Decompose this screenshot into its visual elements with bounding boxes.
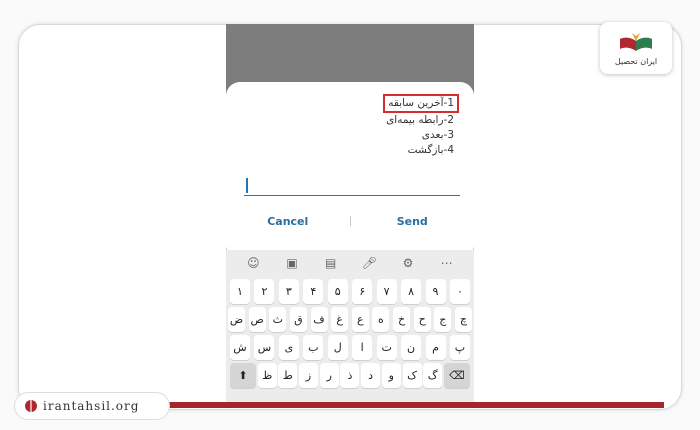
- backspace-key[interactable]: ⌫: [443, 363, 470, 388]
- site-url-badge: irantahsil.org: [14, 392, 170, 420]
- key[interactable]: ت: [376, 335, 397, 360]
- book-icon: [620, 32, 652, 51]
- backspace-icon: ⌫: [449, 369, 465, 382]
- key[interactable]: گ: [423, 363, 443, 388]
- key[interactable]: ک: [402, 363, 422, 388]
- keyboard-toolbar: ☺ ▣ ▤ 🎤︎ ⚙ ⋯: [226, 250, 474, 276]
- key-row-letters-3: ⬆ ظ ط ز ر ذ د و ک گ ⌫: [226, 363, 474, 388]
- key[interactable]: ٢: [254, 279, 275, 304]
- send-button[interactable]: Send: [351, 215, 475, 228]
- menu-option-4: 4-بازگشت: [407, 144, 454, 156]
- sticker-icon[interactable]: ▣: [282, 256, 302, 270]
- cancel-button[interactable]: Cancel: [226, 215, 350, 228]
- menu-option-2: 2-رابطه بیمه‌ای: [386, 114, 454, 126]
- key[interactable]: ح: [413, 307, 431, 332]
- ussd-dialog: 1-آخرین سابقه 2-رابطه بیمه‌ای 3-بعدی 4-ب…: [226, 82, 474, 260]
- logo-text: ایران تحصیل: [614, 56, 658, 66]
- key-row-letters-1: ض ص ث ق ف غ ع ه خ ح ج چ: [226, 307, 474, 332]
- key-row-numbers: ١ ٢ ٣ ۴ ۵ ۶ ٧ ٨ ٩ ٠: [226, 279, 474, 304]
- key[interactable]: ش: [230, 335, 250, 360]
- persian-keyboard: ☺ ▣ ▤ 🎤︎ ⚙ ⋯ ١ ٢ ٣ ۴ ۵ ۶ ٧ ٨ ٩ ٠ ض ص ث ق…: [226, 250, 474, 404]
- key[interactable]: ج: [434, 307, 452, 332]
- dialog-actions: Cancel Send: [226, 206, 474, 236]
- key[interactable]: د: [361, 363, 381, 388]
- clipboard-icon[interactable]: ▤: [321, 256, 341, 270]
- gear-icon[interactable]: ⚙: [398, 256, 418, 270]
- mic-icon[interactable]: 🎤︎: [359, 256, 379, 270]
- key[interactable]: ی: [278, 335, 299, 360]
- key[interactable]: ٩: [425, 279, 446, 304]
- key[interactable]: ٠: [449, 279, 470, 304]
- brand-logo: ایران تحصیل: [600, 22, 672, 74]
- emoji-icon[interactable]: ☺: [243, 256, 263, 270]
- key[interactable]: ١: [230, 279, 250, 304]
- key[interactable]: ص: [248, 307, 266, 332]
- globe-icon: [25, 400, 37, 412]
- key[interactable]: ط: [278, 363, 298, 388]
- phone-screen: 1-آخرین سابقه 2-رابطه بیمه‌ای 3-بعدی 4-ب…: [226, 24, 474, 404]
- key[interactable]: س: [254, 335, 275, 360]
- key[interactable]: ف: [310, 307, 328, 332]
- key[interactable]: ب: [303, 335, 324, 360]
- key[interactable]: ظ: [257, 363, 277, 388]
- shift-arrow-icon: ⬆: [238, 369, 248, 382]
- key[interactable]: و: [381, 363, 401, 388]
- key[interactable]: ق: [289, 307, 307, 332]
- accent-bar: [160, 402, 664, 408]
- key[interactable]: ٧: [376, 279, 397, 304]
- key-row-letters-2: ش س ی ب ل ا ت ن م پ: [226, 335, 474, 360]
- key[interactable]: ع: [351, 307, 369, 332]
- key[interactable]: ٣: [278, 279, 299, 304]
- key[interactable]: ۴: [303, 279, 324, 304]
- key[interactable]: ز: [299, 363, 319, 388]
- key[interactable]: چ: [454, 307, 472, 332]
- more-icon[interactable]: ⋯: [437, 256, 457, 270]
- key[interactable]: ل: [327, 335, 348, 360]
- menu-option-3: 3-بعدی: [421, 129, 454, 141]
- key[interactable]: ٨: [401, 279, 422, 304]
- ussd-menu: 1-آخرین سابقه 2-رابطه بیمه‌ای 3-بعدی 4-ب…: [383, 94, 459, 158]
- key[interactable]: ذ: [340, 363, 360, 388]
- site-url: irantahsil.org: [43, 399, 140, 413]
- key[interactable]: ۶: [352, 279, 373, 304]
- text-caret: [246, 178, 248, 193]
- key[interactable]: م: [425, 335, 446, 360]
- menu-option-1: 1-آخرین سابقه: [383, 94, 459, 113]
- key[interactable]: ث: [269, 307, 287, 332]
- key[interactable]: ۵: [327, 279, 348, 304]
- ussd-input[interactable]: [244, 176, 460, 196]
- key[interactable]: خ: [393, 307, 410, 332]
- key[interactable]: ض: [228, 307, 245, 332]
- key[interactable]: ر: [319, 363, 339, 388]
- key[interactable]: ا: [352, 335, 373, 360]
- key[interactable]: ن: [401, 335, 422, 360]
- key[interactable]: پ: [449, 335, 470, 360]
- key[interactable]: ه: [372, 307, 390, 332]
- shift-key[interactable]: ⬆: [230, 363, 256, 388]
- key[interactable]: غ: [331, 307, 349, 332]
